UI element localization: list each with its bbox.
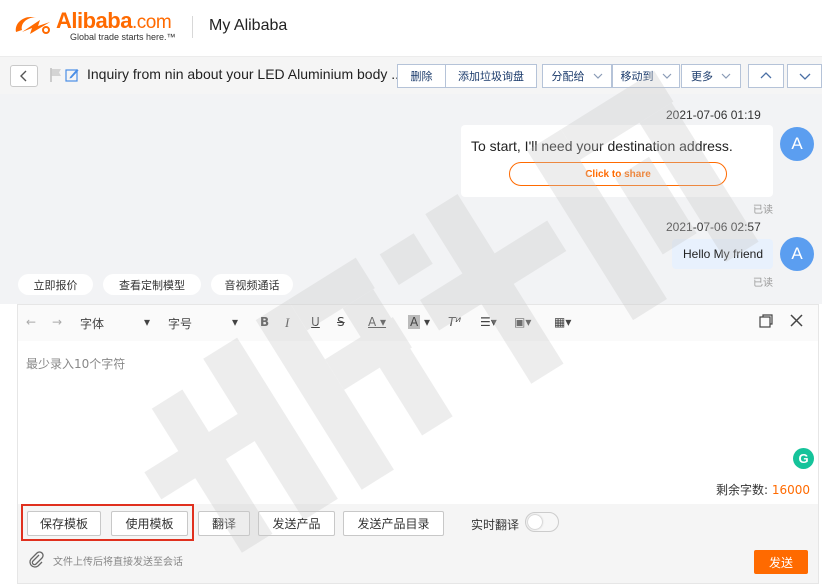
avatar: A	[780, 237, 814, 271]
underline-icon[interactable]: U	[311, 315, 320, 329]
editor-toolbar: ← → 字体 ▾ 字号 ▾ B I U S A ▾ A ▾ Tᴻ ☰▾ ▣▾ ▦▾	[18, 305, 818, 341]
bold-icon[interactable]: B	[260, 315, 269, 329]
font-family-select[interactable]: 字体 ▾	[80, 315, 150, 332]
message-timestamp: 2021-07-06 02:57	[666, 220, 761, 234]
attachment-hint: 文件上传后将直接发送至会话	[53, 557, 183, 568]
message-toolbar: Inquiry from nin about your LED Aluminiu…	[0, 56, 822, 94]
message-input[interactable]: 最少录入10个字符	[26, 355, 125, 372]
redo-icon[interactable]: →	[52, 315, 62, 329]
font-size-label: 字号	[168, 317, 193, 331]
save-template-button[interactable]: 保存模板	[27, 511, 101, 536]
read-status: 已读	[753, 278, 773, 289]
avatar: A	[780, 127, 814, 161]
alibaba-logo[interactable]: Alibaba.com Global trade starts here.™	[12, 8, 182, 44]
caret-down-icon: ▾	[232, 315, 239, 329]
chevron-down-icon	[593, 73, 602, 79]
more-dropdown[interactable]: 更多	[681, 64, 741, 88]
move-to-dropdown[interactable]: 移动到	[612, 64, 680, 88]
assign-dropdown[interactable]: 分配给	[542, 64, 612, 88]
more-label: 更多	[691, 70, 713, 83]
back-button[interactable]	[10, 65, 38, 87]
send-product-button[interactable]: 发送产品	[258, 511, 335, 536]
message-timestamp: 2021-07-06 01:19	[666, 108, 761, 122]
quick-quote-button[interactable]: 立即报价	[18, 274, 93, 295]
message-text: Hello My friend	[683, 247, 764, 261]
logo-wordmark: Alibaba.com	[56, 8, 172, 33]
chat-history: 2021-07-06 01:19 To start, I'll need you…	[0, 94, 822, 304]
previous-message-button[interactable]	[748, 64, 784, 88]
undo-icon[interactable]: ←	[26, 315, 36, 329]
read-status: 已读	[753, 205, 773, 216]
message-bubble: Hello My friend	[672, 239, 773, 269]
translate-button[interactable]: 翻译	[198, 511, 250, 536]
paperclip-icon[interactable]	[27, 550, 45, 568]
av-call-button[interactable]: 音视频通话	[211, 274, 293, 295]
chevron-down-icon	[799, 73, 810, 80]
remaining-chars-label: 剩余字数:	[715, 483, 768, 497]
add-spam-button[interactable]: 添加垃圾询盘	[445, 64, 537, 88]
send-button[interactable]: 发送	[754, 550, 808, 574]
move-to-label: 移动到	[620, 70, 654, 83]
editor-footer: 保存模板 使用模板 翻译 发送产品 发送产品目录 实时翻译 文件上传后将直接发送…	[18, 504, 818, 583]
remaining-chars-count: 16000	[771, 483, 810, 497]
chevron-down-icon	[721, 73, 731, 79]
page-title: My Alibaba	[209, 17, 288, 34]
message-bubble: To start, I'll need your destination add…	[461, 125, 773, 197]
assign-label: 分配给	[551, 70, 585, 83]
popout-icon[interactable]	[758, 313, 774, 329]
italic-icon[interactable]: I	[285, 315, 289, 331]
strikethrough-icon[interactable]: S	[337, 315, 345, 329]
highlight-color-icon[interactable]: A ▾	[408, 315, 430, 329]
caret-down-icon: ▾	[144, 315, 151, 329]
use-template-button[interactable]: 使用模板	[111, 511, 188, 536]
grammarly-icon[interactable]: G	[793, 448, 814, 469]
font-color-icon[interactable]: A ▾	[368, 315, 386, 329]
image-icon[interactable]: ▣▾	[514, 315, 531, 329]
font-family-label: 字体	[80, 317, 105, 331]
table-icon[interactable]: ▦▾	[554, 315, 571, 329]
realtime-translate-label: 实时翻译	[471, 518, 520, 532]
alibaba-logo-icon	[15, 16, 50, 34]
edit-icon[interactable]	[65, 67, 79, 83]
close-icon[interactable]	[789, 313, 804, 328]
remaining-chars: 剩余字数: 16000	[716, 481, 810, 498]
realtime-translate-toggle[interactable]	[525, 512, 559, 532]
site-header: Alibaba.com Global trade starts here.™ M…	[0, 0, 822, 56]
delete-button[interactable]: 删除	[397, 64, 446, 88]
message-editor: ← → 字体 ▾ 字号 ▾ B I U S A ▾ A ▾ Tᴻ ☰▾ ▣▾ ▦▾ …	[17, 304, 819, 584]
font-size-select[interactable]: 字号 ▾	[168, 315, 238, 332]
next-message-button[interactable]	[787, 64, 822, 88]
flag-icon[interactable]	[49, 67, 63, 83]
click-to-share-button[interactable]: Click to share	[509, 162, 727, 186]
message-text: To start, I'll need your destination add…	[471, 138, 733, 154]
chevron-down-icon	[662, 73, 671, 79]
chevron-left-icon	[20, 70, 27, 82]
list-icon[interactable]: ☰▾	[480, 315, 497, 329]
send-catalog-button[interactable]: 发送产品目录	[343, 511, 444, 536]
logo-tagline: Global trade starts here.™	[70, 32, 176, 42]
delete-label: 删除	[410, 70, 433, 83]
inquiry-subject: Inquiry from nin about your LED Aluminiu…	[87, 66, 403, 82]
app-root: Alibaba.com Global trade starts here.™ M…	[0, 0, 822, 587]
view-custom-model-button[interactable]: 查看定制模型	[103, 274, 201, 295]
add-spam-label: 添加垃圾询盘	[458, 70, 524, 83]
header-divider	[192, 16, 193, 38]
chevron-up-icon	[760, 72, 772, 79]
clear-format-icon[interactable]: Tᴻ	[448, 315, 461, 329]
